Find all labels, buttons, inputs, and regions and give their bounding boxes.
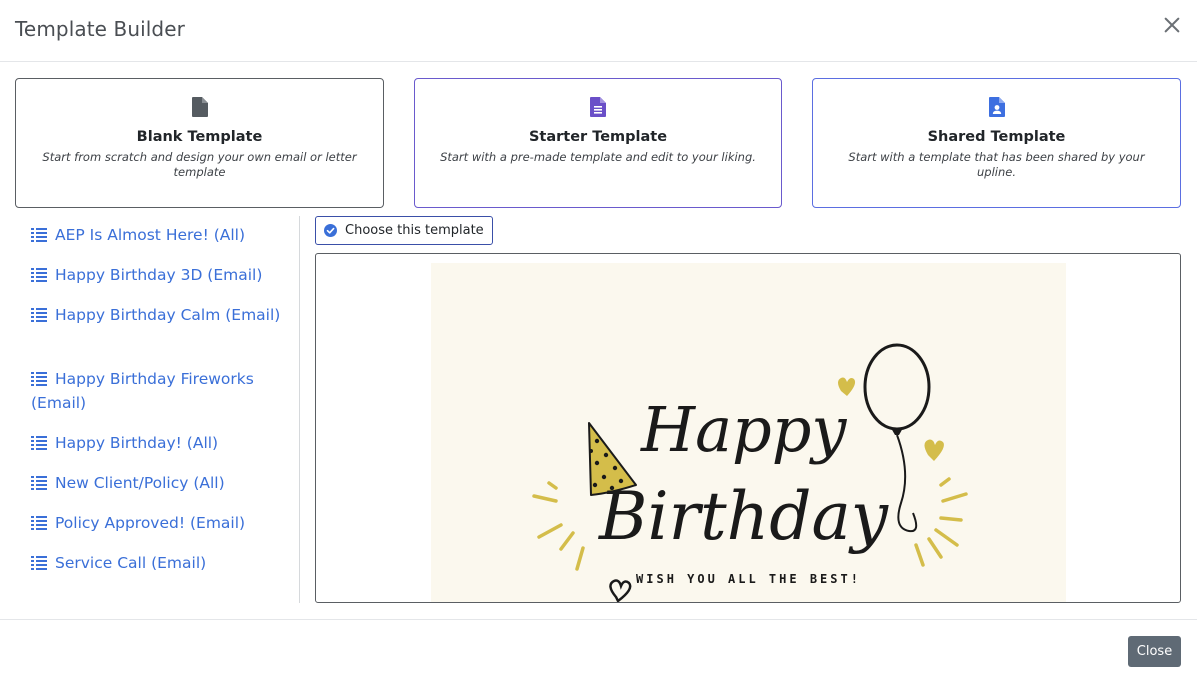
birthday-card-image: Happy Birthday WISH YOU ALL THE BEST! [431,263,1066,602]
card-title: Shared Template [927,129,1066,145]
list-lines-icon [31,476,47,490]
list-lines-icon [31,436,47,450]
check-circle-icon [324,224,337,237]
document-lines-icon [590,97,606,117]
choose-template-button[interactable]: Choose this template [315,216,493,245]
list-lines-icon [31,268,47,282]
choose-template-label: Choose this template [345,223,484,238]
modal-footer: Close [0,619,1197,683]
modal-title: Template Builder [15,17,185,41]
template-label: Happy Birthday 3D (Email) [55,266,263,284]
card-description: Start with a template that has been shar… [848,150,1145,179]
user-file-icon [988,97,1005,117]
list-lines-icon [31,372,47,386]
close-button[interactable]: Close [1128,636,1181,667]
template-list-item[interactable]: New Client/Policy (All) [31,471,281,495]
template-label: Policy Approved! (Email) [55,514,246,532]
template-label: Happy Birthday Fireworks (Email) [31,370,254,412]
template-label: Happy Birthday! (All) [55,434,219,452]
tagline-text: WISH YOU ALL THE BEST! [636,572,861,586]
card-description: Start with a pre-made template and edit … [440,150,756,164]
template-list-item[interactable]: Happy Birthday! (All) [31,431,281,455]
birthday-illustration: Happy Birthday [532,343,968,602]
list-lines-icon [31,308,47,322]
template-list-item[interactable]: Happy Birthday 3D (Email) [31,263,281,287]
template-label: Happy Birthday Calm (Email) [55,306,281,324]
template-preview: Happy Birthday WISH YOU ALL THE BEST! [315,253,1181,603]
template-list-item[interactable]: AEP Is Almost Here! (All) [31,223,281,247]
headline-happy: Happy [640,393,847,466]
template-label: AEP Is Almost Here! (All) [55,226,246,244]
list-lines-icon [31,556,47,570]
list-lines-icon [31,228,47,242]
template-label: New Client/Policy (All) [55,474,225,492]
list-lines-icon [31,516,47,530]
template-list-item[interactable]: Service Call (Email) [31,551,281,575]
card-title: Blank Template [136,129,263,145]
headline-birthday: Birthday [598,478,889,555]
file-icon [191,97,208,117]
template-list-item[interactable]: Happy Birthday Calm (Email) [31,303,281,327]
close-icon[interactable] [1161,14,1183,36]
template-list-item[interactable]: Policy Approved! (Email) [31,511,281,535]
card-title: Starter Template [528,129,668,145]
starter-template-card[interactable]: Starter Template Start with a pre-made t… [414,78,782,208]
template-list: AEP Is Almost Here! (All) Happy Birthday… [15,216,300,603]
template-list-item[interactable]: Happy Birthday Fireworks (Email) [31,367,281,415]
template-label: Service Call (Email) [55,554,207,572]
card-description: Start from scratch and design your own e… [42,150,357,179]
modal-header: Template Builder [0,0,1197,62]
blank-template-card[interactable]: Blank Template Start from scratch and de… [15,78,384,208]
shared-template-card[interactable]: Shared Template Start with a template th… [812,78,1181,208]
